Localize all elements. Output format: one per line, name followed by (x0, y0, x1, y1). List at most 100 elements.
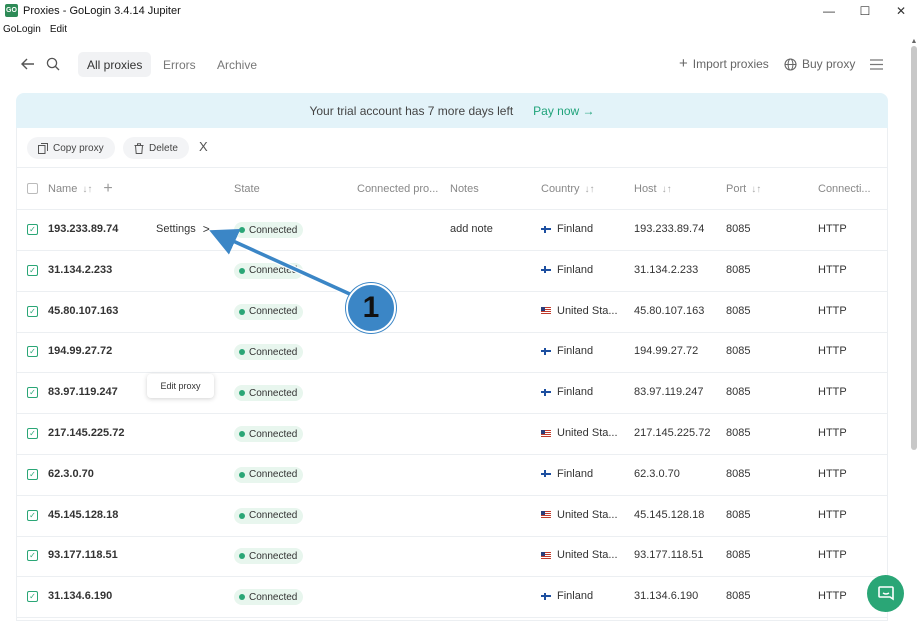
search-icon[interactable] (46, 57, 60, 71)
status-badge: Connected (234, 548, 304, 565)
buy-proxy-button[interactable]: Buy proxy (784, 57, 855, 71)
status-dot-icon (239, 349, 245, 356)
column-name[interactable]: Name ↓↑ + (48, 181, 113, 197)
chat-icon (877, 585, 894, 600)
port-cell: 8085 (726, 427, 751, 439)
close-window-button[interactable]: ✕ (883, 0, 919, 21)
column-connected-profiles[interactable]: Connected pro... (357, 183, 438, 195)
port-cell: 8085 (726, 263, 751, 276)
row-checkbox[interactable]: ✓ (27, 264, 38, 276)
port-cell: 8085 (726, 345, 751, 358)
table-row[interactable]: ✓ 62.3.0.70 Connected Finland 62.3.0.70 8085 H… (17, 455, 887, 496)
column-state[interactable]: State (234, 183, 260, 195)
trial-banner: Your trial account has 7 more days left … (16, 93, 888, 129)
table-row[interactable]: ✓ 31.134.6.190 Connected Finland 31.134.6.19… (17, 577, 887, 619)
row-checkbox[interactable]: ✓ (27, 428, 38, 439)
proxy-name: 31.134.6.190 (48, 590, 113, 603)
country-cell: United Sta... (541, 305, 618, 317)
table-row[interactable]: ✓ 217.145.225.72 Connected United Sta... 217… (17, 414, 887, 455)
country-cell: Finland (541, 386, 593, 398)
flag-fi-icon (541, 470, 551, 478)
minimize-button[interactable]: — (811, 0, 847, 21)
top-nav: All proxies Errors Archive + Import prox… (0, 40, 910, 90)
column-host[interactable]: Host ↓↑ (634, 183, 672, 195)
pay-now-link[interactable]: Pay now → (533, 104, 594, 118)
row-checkbox[interactable]: ✓ (27, 305, 38, 317)
column-country[interactable]: Country ↓↑ (541, 183, 595, 195)
column-connection[interactable]: Connecti... ↓↑ (818, 183, 887, 195)
proxy-name: 93.177.118.51 (48, 549, 118, 562)
table-row[interactable]: ✓ 45.80.107.163 Connected United Sta... 45.8… (17, 292, 887, 333)
country-cell: Finland (541, 264, 593, 276)
proxy-name: 62.3.0.70 (48, 467, 94, 480)
bulk-actions-toolbar: Copy proxy Delete X (17, 128, 887, 168)
column-notes[interactable]: Notes (450, 183, 479, 195)
tab-errors[interactable]: Errors (154, 52, 205, 77)
settings-link[interactable]: Settings > (156, 222, 210, 236)
status-badge: Connected (234, 222, 304, 238)
host-cell: 31.134.6.190 (634, 590, 699, 603)
callout-number-badge: 1 (346, 283, 396, 333)
connection-type-cell: HTTP (818, 263, 847, 276)
flag-us-icon (541, 307, 551, 315)
row-checkbox[interactable]: ✓ (27, 509, 38, 521)
host-cell: 45.145.128.18 (634, 508, 705, 521)
vertical-scrollbar[interactable] (911, 46, 917, 450)
status-dot-icon (239, 471, 245, 478)
delete-button[interactable]: Delete (123, 137, 189, 159)
proxy-name: 194.99.27.72 (48, 345, 113, 358)
edit-proxy-tooltip: Edit proxy (147, 374, 214, 398)
menu-edit[interactable]: Edit (50, 24, 67, 35)
flag-fi-icon (541, 592, 551, 600)
sort-icon: ↓↑ (584, 183, 595, 195)
table-row[interactable]: ✓ 45.145.128.18 Connected United Sta... 45.1… (17, 496, 887, 537)
scroll-up-arrow-icon[interactable]: ▲ (910, 38, 918, 46)
copy-proxy-button[interactable]: Copy proxy (27, 137, 115, 159)
trash-icon (134, 142, 144, 154)
add-column-plus-icon[interactable]: + (103, 181, 112, 197)
status-dot-icon (239, 431, 245, 437)
clear-selection-button[interactable]: X (199, 139, 208, 154)
notes-cell[interactable]: add note (450, 223, 493, 235)
support-chat-button[interactable] (867, 575, 904, 612)
table-row[interactable]: ✓ 194.99.27.72 Connected Finland 194.99.27.7… (17, 332, 887, 374)
status-badge: Connected (234, 466, 304, 483)
status-dot-icon (239, 227, 245, 233)
row-checkbox[interactable]: ✓ (27, 224, 38, 235)
port-cell: 8085 (726, 223, 751, 235)
row-checkbox[interactable]: ✓ (27, 550, 38, 562)
maximize-button[interactable]: ☐ (847, 0, 883, 21)
connection-type-cell: HTTP (818, 427, 847, 439)
table-row[interactable]: ✓ 93.177.118.51 Connected United Sta... 93.1… (17, 536, 887, 578)
status-dot-icon (239, 594, 245, 601)
table-row[interactable]: ✓ 193.233.89.74 Settings > Connected add note… (17, 210, 887, 251)
back-arrow-icon[interactable] (21, 58, 35, 70)
table-header: Name ↓↑ + State Connected pro... Notes C… (17, 168, 887, 210)
column-port[interactable]: Port ↓↑ (726, 183, 761, 195)
menu-gologin[interactable]: GoLogin (3, 24, 41, 35)
select-all-checkbox[interactable] (27, 183, 38, 194)
connection-type-cell: HTTP (818, 223, 847, 235)
tab-all-proxies[interactable]: All proxies (78, 52, 152, 77)
import-proxies-button[interactable]: + Import proxies (679, 56, 769, 71)
connection-type-cell: HTTP (818, 345, 847, 358)
row-checkbox[interactable]: ✓ (27, 346, 38, 358)
table-row[interactable]: ✓ 31.134.2.233 Connected Finland 31.134.2.23… (17, 251, 887, 292)
status-badge: Connected (234, 426, 304, 442)
status-dot-icon (239, 512, 245, 519)
status-badge: Connected (234, 344, 304, 361)
connection-type-cell: HTTP (818, 467, 847, 480)
port-cell: 8085 (726, 386, 751, 399)
port-cell: 8085 (726, 549, 751, 562)
proxy-name: 193.233.89.74 (48, 223, 119, 235)
sort-icon: ↓↑ (82, 183, 93, 195)
row-checkbox[interactable]: ✓ (27, 468, 38, 480)
host-cell: 83.97.119.247 (634, 386, 704, 399)
proxy-table-card: Copy proxy Delete X Name ↓↑ + State Conn… (16, 128, 888, 621)
title-bar: GO Proxies - GoLogin 3.4.14 Jupiter — ☐ … (0, 0, 919, 21)
row-checkbox[interactable]: ✓ (27, 387, 38, 399)
hamburger-menu-icon[interactable] (870, 59, 883, 70)
row-checkbox[interactable]: ✓ (27, 591, 38, 603)
tab-archive[interactable]: Archive (208, 52, 266, 77)
connection-type-cell: HTTP (818, 590, 847, 603)
